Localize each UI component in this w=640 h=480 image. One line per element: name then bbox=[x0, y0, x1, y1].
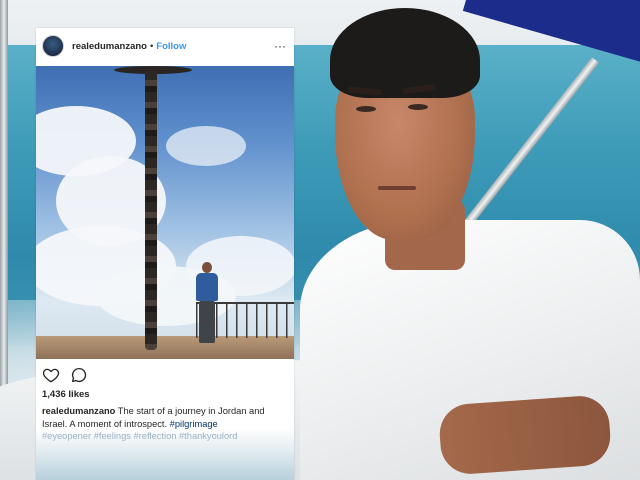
post-caption: realedumanzano The start of a journey in… bbox=[42, 405, 292, 443]
stone-terrace bbox=[36, 336, 294, 359]
post-image[interactable] bbox=[36, 66, 294, 359]
hashtag-link[interactable]: #pilgrimage bbox=[170, 419, 218, 429]
comment-icon[interactable] bbox=[70, 366, 88, 384]
hashtag-link[interactable]: #reflection bbox=[134, 431, 177, 441]
person-legs bbox=[199, 301, 215, 343]
heart-icon[interactable] bbox=[42, 366, 60, 384]
right-eye bbox=[408, 104, 428, 110]
caption-text-line2: Israel. A moment of introspect. bbox=[42, 418, 168, 429]
person-head bbox=[202, 262, 212, 273]
hair bbox=[330, 8, 480, 98]
hashtag-link[interactable]: #eyeopener bbox=[42, 431, 91, 441]
post-actions bbox=[42, 366, 88, 384]
follow-button[interactable]: Follow bbox=[156, 41, 186, 52]
post-username[interactable]: realedumanzano bbox=[72, 41, 147, 52]
caption-username[interactable]: realedumanzano bbox=[42, 406, 115, 416]
post-header: realedumanzano • Follow ··· bbox=[36, 28, 294, 64]
person-body bbox=[196, 273, 218, 301]
caption-text-line1: The start of a journey in Jordan and bbox=[115, 406, 265, 416]
mouth bbox=[378, 186, 416, 190]
profile-avatar[interactable] bbox=[42, 35, 64, 57]
man-figure bbox=[290, 0, 640, 480]
hashtag-link[interactable]: #feelings bbox=[94, 431, 131, 441]
left-eye bbox=[356, 106, 376, 112]
more-options-icon[interactable]: ··· bbox=[274, 39, 286, 53]
header-separator: • bbox=[149, 40, 154, 52]
arm bbox=[437, 394, 613, 476]
serpent-sculpture bbox=[145, 70, 157, 350]
hashtag-link[interactable]: #thankyoulord bbox=[179, 431, 237, 441]
cloud bbox=[166, 126, 246, 166]
instagram-post-card: realedumanzano • Follow ··· 1,436 likes … bbox=[36, 28, 294, 480]
likes-count[interactable]: 1,436 likes bbox=[42, 389, 90, 400]
